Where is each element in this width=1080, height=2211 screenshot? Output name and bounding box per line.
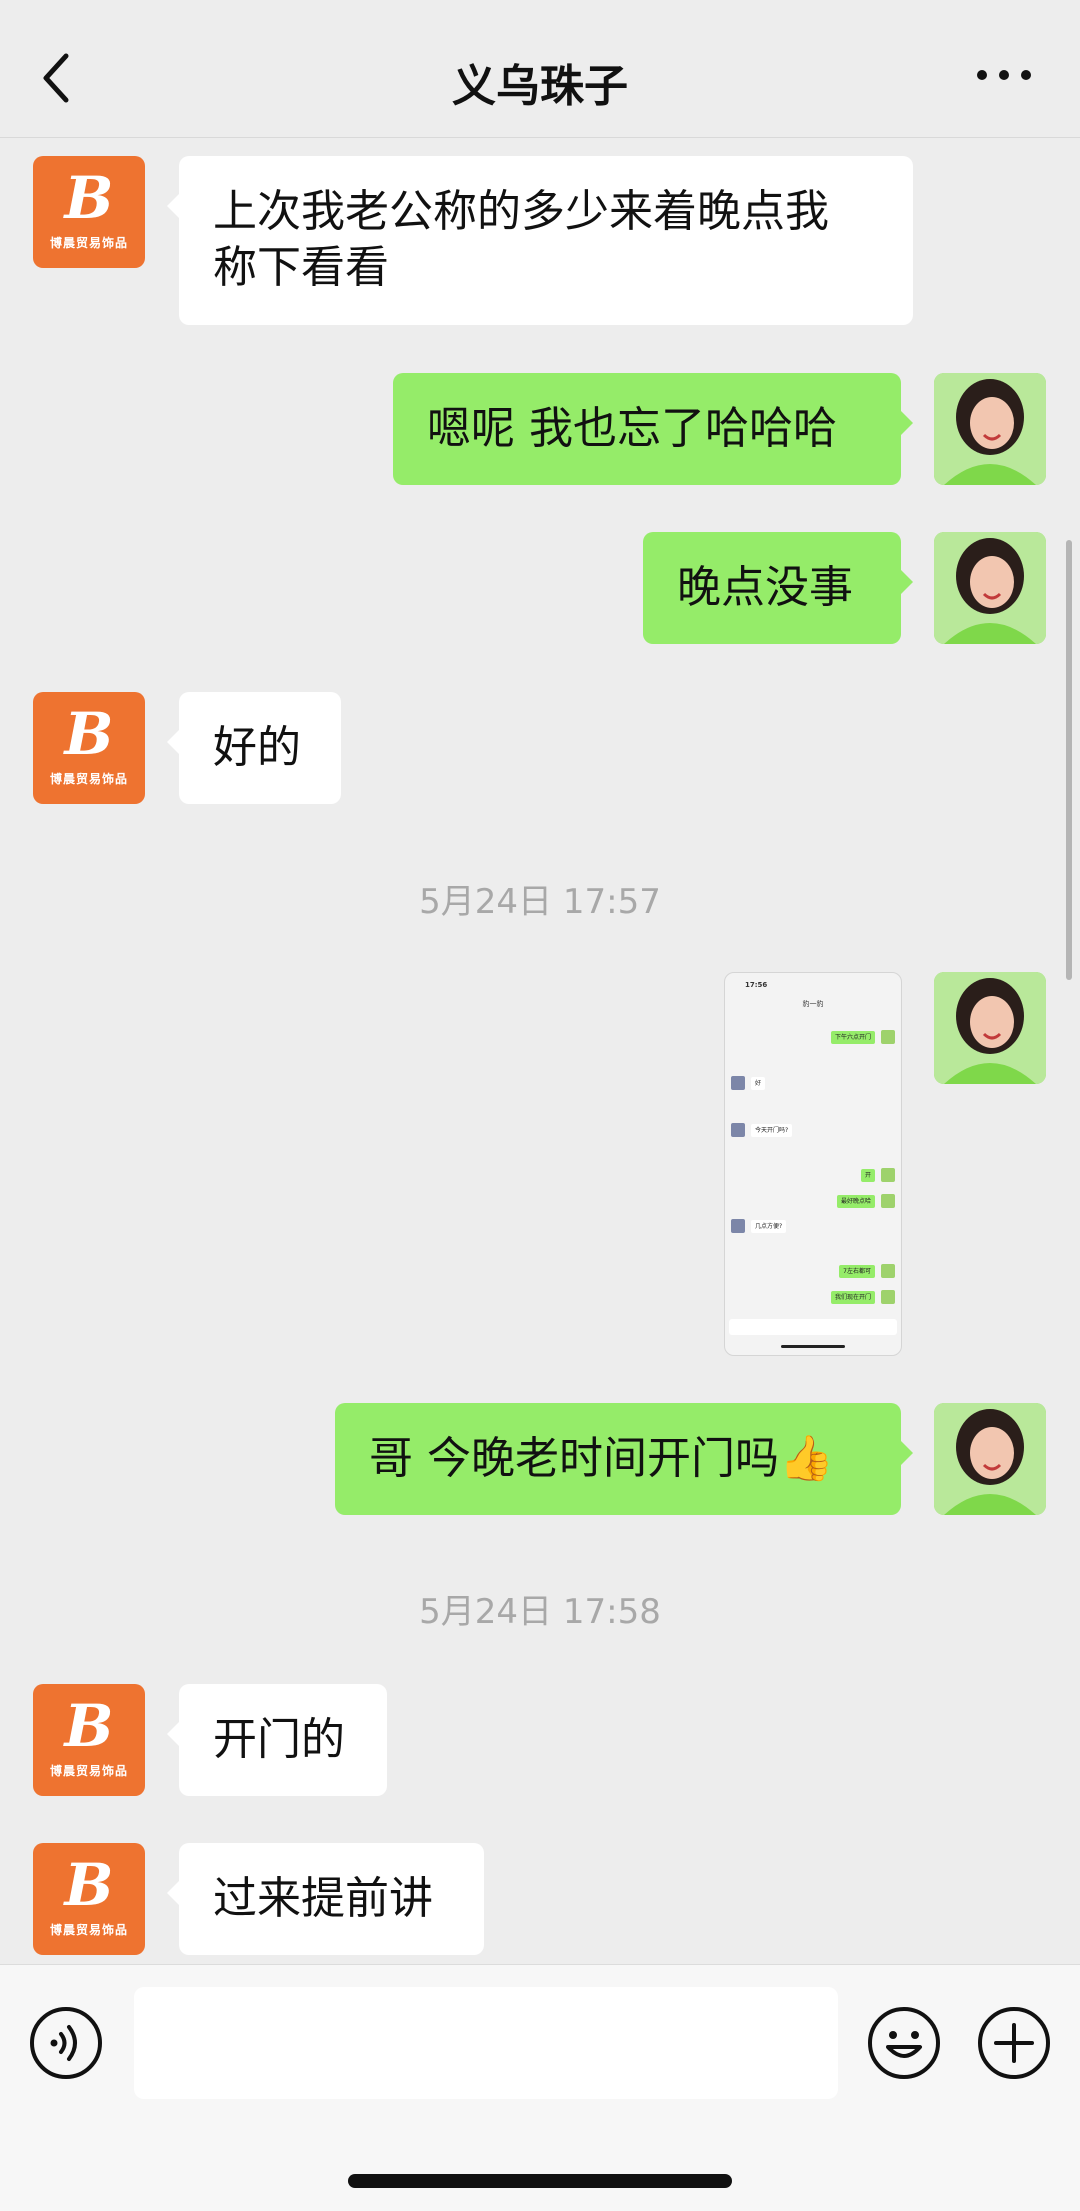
contact-avatar[interactable]: B 博晨贸易饰品 <box>33 1843 145 1955</box>
avatar-logo-caption: 博晨贸易饰品 <box>49 1923 128 1937</box>
message-text: 哥 今晚老时间开门吗👍 <box>369 1433 834 1484</box>
contact-avatar[interactable]: B 博晨贸易饰品 <box>33 1684 145 1796</box>
user-photo-icon <box>934 532 1046 644</box>
thumb-avatar <box>881 1194 895 1208</box>
voice-icon <box>30 2007 102 2079</box>
message-text: 晚点没事 <box>677 562 853 613</box>
thumb-msg: 我们现在开门 <box>830 1291 875 1304</box>
thumb-msg: 好 <box>751 1077 766 1090</box>
contact-avatar[interactable]: B 博晨贸易饰品 <box>33 692 145 804</box>
thumb-avatar <box>731 1076 745 1090</box>
thumb-msg: 最好晚点哈 <box>836 1195 875 1208</box>
thumb-msg: 几点方便? <box>751 1220 787 1233</box>
my-avatar[interactable] <box>934 373 1046 485</box>
more-button[interactable] <box>974 60 1034 90</box>
message-bubble-outgoing[interactable]: 哥 今晚老时间开门吗👍 <box>335 1403 913 1515</box>
thumb-msg: 开 <box>860 1169 875 1182</box>
avatar-logo-letter: B <box>64 700 114 768</box>
thumb-home-indicator <box>781 1345 845 1348</box>
thumb-input <box>729 1319 897 1335</box>
avatar-logo-letter: B <box>64 164 114 232</box>
thumb-avatar <box>881 1264 895 1278</box>
message-text: 嗯呢 我也忘了哈哈哈 <box>427 403 837 454</box>
my-avatar[interactable] <box>934 532 1046 644</box>
thumb-msg: 下午六点开门 <box>830 1031 875 1044</box>
my-avatar[interactable] <box>934 972 1046 1084</box>
chat-header: 义乌珠子 <box>0 0 1080 138</box>
avatar-logo-letter: B <box>64 1692 114 1760</box>
avatar-logo-letter: B <box>64 1851 114 1919</box>
home-indicator <box>348 2174 732 2188</box>
message-input[interactable] <box>134 1987 838 2099</box>
my-avatar[interactable] <box>934 1403 1046 1515</box>
thumb-avatar <box>881 1030 895 1044</box>
chat-title: 义乌珠子 <box>452 61 628 112</box>
avatar-logo-caption: 博晨贸易饰品 <box>49 236 128 250</box>
user-photo-icon <box>934 972 1046 1084</box>
thumb-status-time: 17:56 <box>745 981 768 989</box>
user-photo-icon <box>934 1403 1046 1515</box>
thumb-avatar <box>881 1290 895 1304</box>
message-text: 好的 <box>213 722 301 773</box>
message-bubble-incoming[interactable]: 开门的 <box>167 1684 387 1796</box>
message-bubble-incoming[interactable]: 上次我老公称的多少来着晚点我 称下看看 <box>167 156 913 325</box>
image-message-thumbnail[interactable]: 17:56 豹一豹 下午六点开门 好 今天开门吗? 开 最好晚点哈 几点方便? … <box>724 972 902 1356</box>
message-timestamp: 5月24日 17:58 <box>419 1592 661 1632</box>
thumb-avatar <box>731 1219 745 1233</box>
thumb-msg: 7左右都可 <box>839 1265 875 1278</box>
user-photo-icon <box>934 373 1046 485</box>
emoji-button[interactable] <box>866 2005 942 2081</box>
message-text: 上次我老公称的多少来着晚点我 <box>213 186 829 237</box>
thumb-avatar <box>881 1168 895 1182</box>
thumb-msg: 今天开门吗? <box>751 1124 793 1137</box>
message-bubble-outgoing[interactable]: 晚点没事 <box>643 532 913 644</box>
emoji-icon <box>868 2007 940 2079</box>
message-bubble-incoming[interactable]: 好的 <box>167 692 341 804</box>
message-bubble-incoming[interactable]: 过来提前讲 <box>167 1843 484 1955</box>
message-timestamp: 5月24日 17:57 <box>419 882 661 922</box>
message-bubble-outgoing[interactable]: 嗯呢 我也忘了哈哈哈 <box>393 373 913 485</box>
more-functions-button[interactable] <box>976 2005 1052 2081</box>
avatar-logo-caption: 博晨贸易饰品 <box>49 772 128 786</box>
message-text: 开门的 <box>213 1714 345 1765</box>
thumb-title: 豹一豹 <box>802 1000 824 1008</box>
message-text: 过来提前讲 <box>213 1873 433 1924</box>
ellipsis-icon <box>977 70 1031 80</box>
message-text: 称下看看 <box>213 242 389 293</box>
contact-avatar[interactable]: B 博晨贸易饰品 <box>33 156 145 268</box>
scrollbar[interactable] <box>1066 540 1072 980</box>
voice-button[interactable] <box>28 2005 104 2081</box>
plus-circle-icon <box>978 2007 1050 2079</box>
thumb-avatar <box>731 1123 745 1137</box>
avatar-logo-caption: 博晨贸易饰品 <box>49 1764 128 1778</box>
